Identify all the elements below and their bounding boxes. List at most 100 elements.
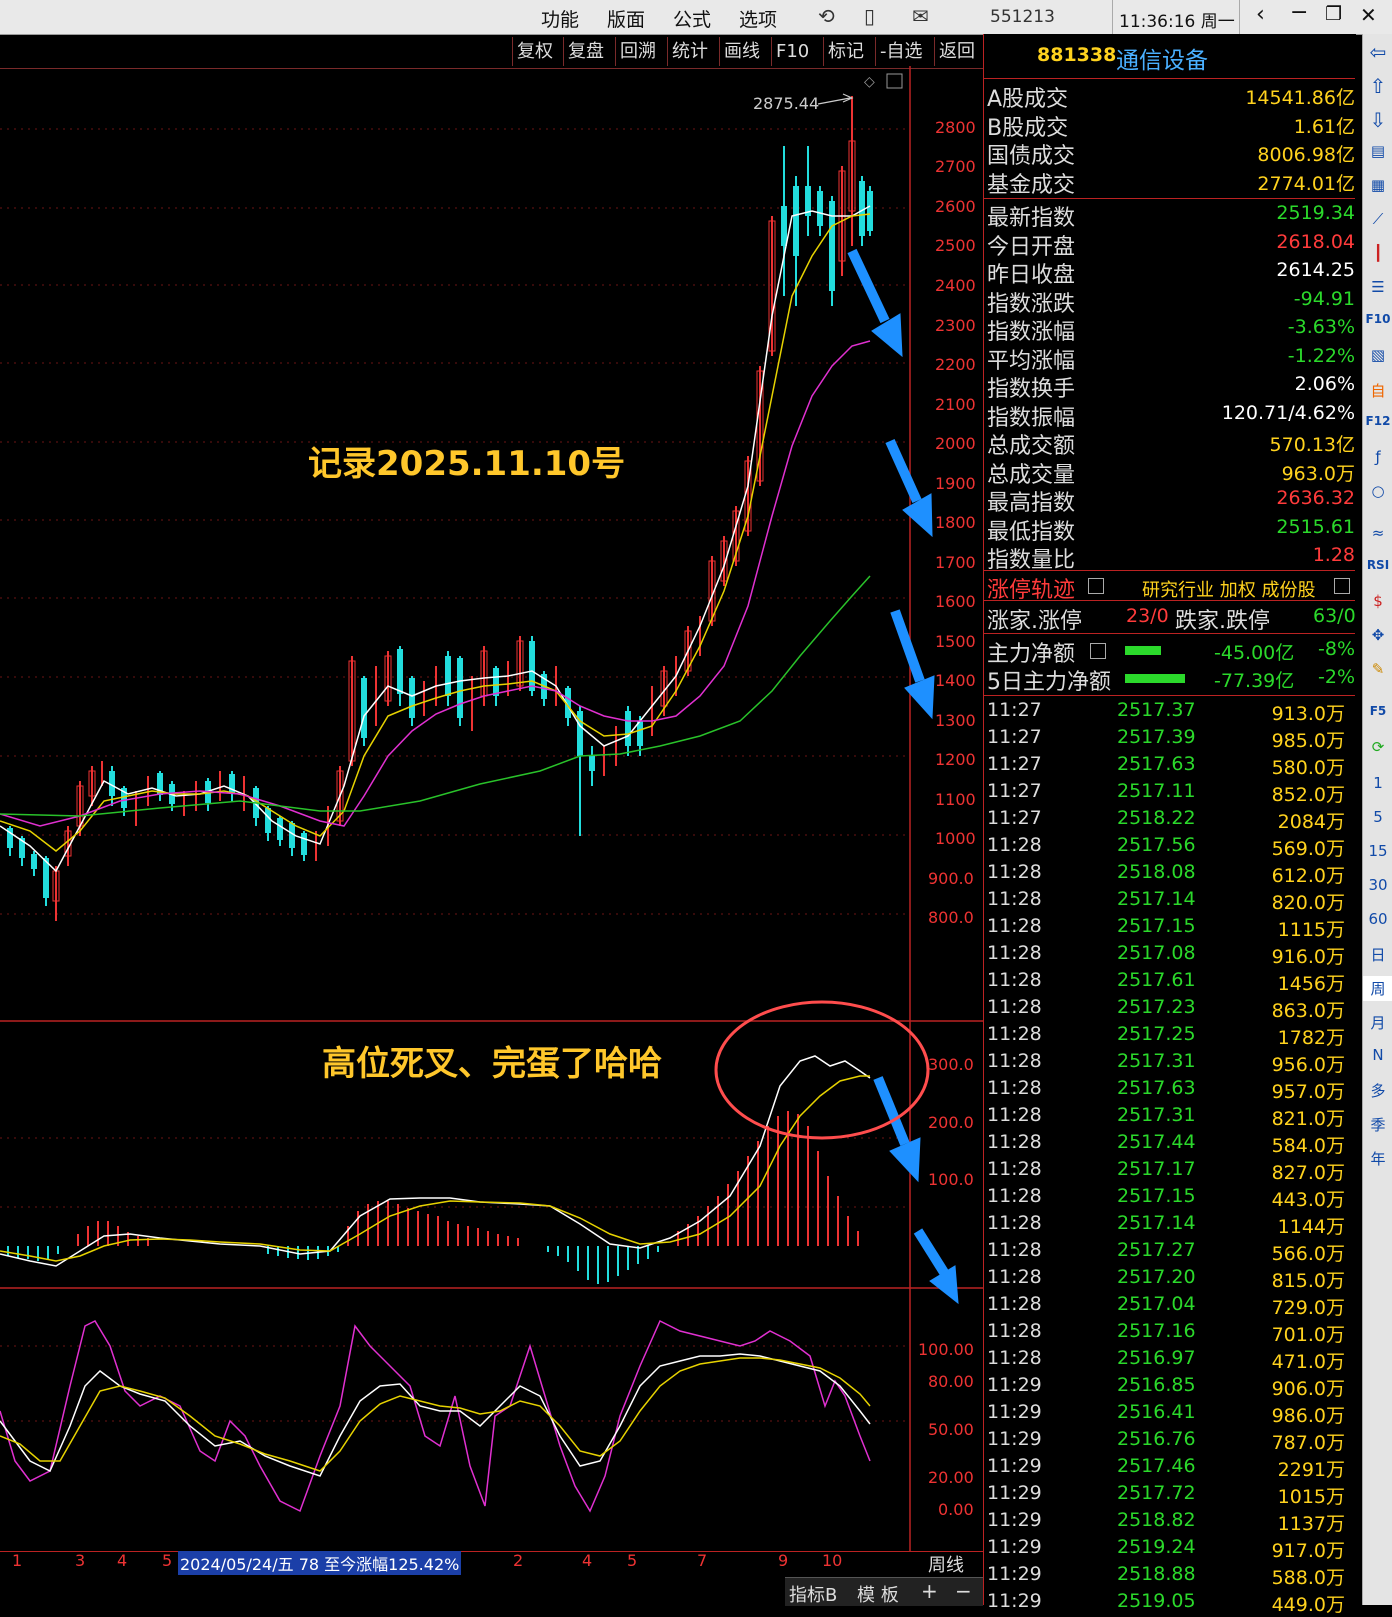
tick-price: 2517.15 xyxy=(1117,1185,1196,1207)
report-icon[interactable]: ▤ xyxy=(1363,142,1392,160)
clock-box: 11:36:16 周一 xyxy=(1112,0,1240,34)
price-tick: 1500 xyxy=(935,632,976,651)
self-select-icon[interactable]: 自 xyxy=(1363,380,1392,401)
tick-row: 11:28 2518.08 612.0万 xyxy=(983,861,1355,888)
btn-f10[interactable]: F10 xyxy=(771,37,813,66)
period-week[interactable]: 周 xyxy=(1363,976,1392,1001)
back-icon[interactable]: ‹ xyxy=(1256,2,1265,27)
period-quarter[interactable]: 季 xyxy=(1363,1114,1392,1135)
move-icon[interactable]: ✥ xyxy=(1363,626,1392,644)
period-n[interactable]: N xyxy=(1363,1046,1392,1064)
tick-volume: 588.0万 xyxy=(1271,1567,1345,1589)
close-icon[interactable]: ✕ xyxy=(1360,3,1377,27)
tick-time: 11:28 xyxy=(987,1104,1042,1126)
f10-icon[interactable]: F10 xyxy=(1363,312,1392,326)
indicator-b-button[interactable]: 指标B xyxy=(789,1581,837,1607)
menu-formula[interactable]: 公式 xyxy=(673,5,711,32)
tick-price: 2517.20 xyxy=(1117,1266,1196,1288)
btn-watchlist[interactable]: -自选 xyxy=(875,37,927,66)
price-tick: 2600 xyxy=(935,197,976,216)
restore-icon[interactable]: ❐ xyxy=(1325,3,1342,25)
period-year[interactable]: 年 xyxy=(1363,1148,1392,1169)
tick-time: 11:29 xyxy=(987,1401,1042,1423)
list-icon[interactable] xyxy=(1088,578,1104,594)
period-day[interactable]: 日 xyxy=(1363,944,1392,965)
phone-icon[interactable]: ▯ xyxy=(864,4,875,28)
btn-return[interactable]: 返回 xyxy=(934,37,979,66)
market-label: 基金成交 xyxy=(987,172,1076,198)
template-button[interactable]: 模 板 xyxy=(857,1581,899,1607)
right-toolbar: ⇦ ⇧ ⇩ ▤ ▦ ⟋ ┃ ☰ F10 ▧ 自 F12 ƒ ○ ≈ RSI $ … xyxy=(1362,34,1392,1605)
divider xyxy=(983,695,1355,696)
list-icon[interactable] xyxy=(1334,578,1350,594)
period-label: 周线 xyxy=(928,1555,964,1576)
tick-row: 11:28 2517.16 701.0万 xyxy=(983,1320,1355,1347)
btn-restore-rights[interactable]: 复权 xyxy=(512,37,557,66)
period-15min[interactable]: 15 xyxy=(1363,842,1392,860)
tick-time: 11:28 xyxy=(987,996,1042,1018)
tick-time: 11:29 xyxy=(987,1455,1042,1477)
main-net-5d-label: 5日主力净额 xyxy=(987,670,1111,695)
grid-icon[interactable]: ▦ xyxy=(1363,176,1392,194)
stat-label: 最新指数 xyxy=(987,206,1076,231)
period-1min[interactable]: 1 xyxy=(1363,774,1392,792)
tick-volume: 566.0万 xyxy=(1271,1243,1345,1265)
macd-tick: 300.0 xyxy=(928,1055,974,1074)
tick-time: 11:29 xyxy=(987,1536,1042,1558)
refresh-icon[interactable]: ⟲ xyxy=(818,4,835,28)
arrow-down-icon[interactable]: ⇩ xyxy=(1363,108,1392,132)
btn-backtrack[interactable]: 回溯 xyxy=(615,37,660,66)
refresh-data-icon[interactable]: ⟳ xyxy=(1363,738,1392,756)
mail-icon[interactable]: ✉ xyxy=(912,4,929,28)
period-60min[interactable]: 60 xyxy=(1363,910,1392,928)
price-gridlines xyxy=(0,128,910,1422)
arrow-left-icon[interactable]: ⇦ xyxy=(1363,40,1392,64)
period-30min[interactable]: 30 xyxy=(1363,876,1392,894)
line-chart-icon[interactable]: ⟋ xyxy=(1363,210,1392,228)
list-icon[interactable] xyxy=(1090,643,1106,659)
macd-tick: 100.0 xyxy=(928,1170,974,1189)
circle-icon[interactable]: ○ xyxy=(1363,482,1392,500)
kline-chart[interactable]: ◇ 2875.44 xyxy=(0,66,983,1551)
tick-price: 2516.41 xyxy=(1117,1401,1196,1423)
market-value: 1.61亿 xyxy=(1293,115,1355,138)
arrow-up-icon[interactable]: ⇧ xyxy=(1363,74,1392,98)
date-tick: 5 xyxy=(627,1551,638,1570)
tick-volume: 1137万 xyxy=(1277,1513,1345,1535)
limit-links[interactable]: 研究行业 加权 成份股 xyxy=(1142,576,1315,602)
divider xyxy=(983,78,1355,79)
date-tick: 5 xyxy=(162,1551,173,1570)
price-tick: 1400 xyxy=(935,671,976,690)
tick-row: 11:28 2517.20 815.0万 xyxy=(983,1266,1355,1293)
zoom-out-button[interactable]: − xyxy=(955,1579,972,1603)
btn-draw-line[interactable]: 画线 xyxy=(719,37,764,66)
period-multi[interactable]: 多 xyxy=(1363,1080,1392,1101)
list-icon[interactable]: ☰ xyxy=(1363,278,1392,296)
menu-function[interactable]: 功能 xyxy=(541,5,579,32)
pencil-icon[interactable]: ✎ xyxy=(1363,660,1392,678)
chart-icon[interactable]: ▧ xyxy=(1363,346,1392,364)
menu-options[interactable]: 选项 xyxy=(739,5,777,32)
money-icon[interactable]: $ xyxy=(1363,592,1392,610)
menu-layout[interactable]: 版面 xyxy=(607,5,645,32)
stat-label: 昨日收盘 xyxy=(987,263,1076,288)
tick-time: 11:28 xyxy=(987,1320,1042,1342)
tick-time: 11:29 xyxy=(987,1563,1042,1585)
candle-icon[interactable]: ┃ xyxy=(1363,244,1392,262)
minimize-icon[interactable]: − xyxy=(1290,0,1308,25)
stat-value: -1.22% xyxy=(1287,344,1355,367)
main-net-pct: -8% xyxy=(1318,638,1355,660)
btn-mark[interactable]: 标记 xyxy=(823,37,868,66)
btn-statistics[interactable]: 统计 xyxy=(667,37,712,66)
zoom-in-button[interactable]: + xyxy=(921,1579,938,1603)
period-month[interactable]: 月 xyxy=(1363,1012,1392,1033)
function-icon[interactable]: ƒ xyxy=(1363,448,1392,466)
wave-icon[interactable]: ≈ xyxy=(1363,524,1392,542)
btn-replay[interactable]: 复盘 xyxy=(563,37,608,66)
rsi-icon[interactable]: RSI xyxy=(1363,558,1392,572)
f5-icon[interactable]: F5 xyxy=(1363,704,1392,718)
stat-label: 总成交量 xyxy=(987,462,1076,488)
period-5min[interactable]: 5 xyxy=(1363,808,1392,826)
price-tick: 2200 xyxy=(935,355,976,374)
f12-icon[interactable]: F12 xyxy=(1363,414,1392,428)
